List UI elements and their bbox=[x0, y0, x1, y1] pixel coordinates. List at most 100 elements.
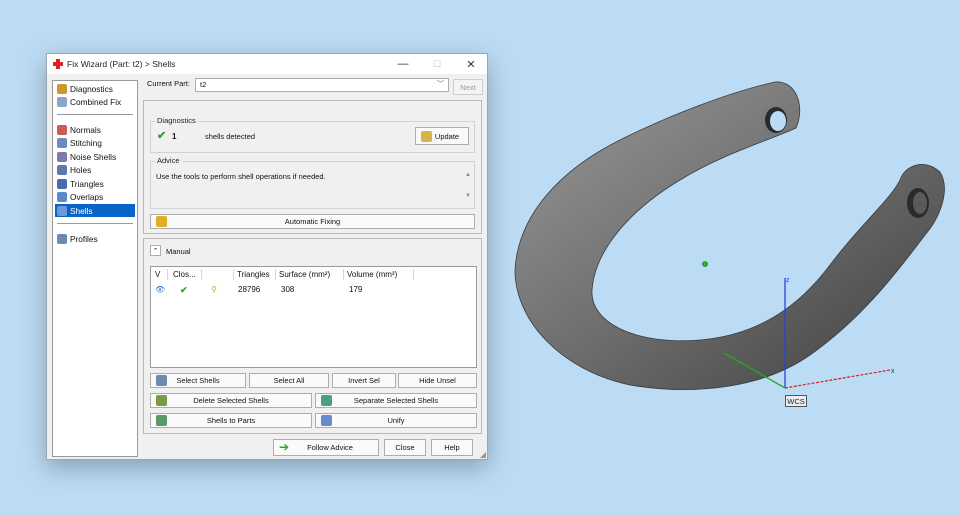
advice-group: Advice Use the tools to perform shell op… bbox=[150, 156, 475, 209]
sidebar-item-label: Diagnostics bbox=[70, 83, 113, 94]
sidebar: Diagnostics Combined Fix Normals Stitchi… bbox=[52, 80, 138, 457]
cell-surface: 308 bbox=[281, 285, 295, 294]
follow-advice-button[interactable]: ➔ Follow Advice bbox=[273, 439, 379, 456]
separate-selected-shells-button[interactable]: Separate Selected Shells bbox=[315, 393, 477, 408]
combined-fix-icon bbox=[57, 96, 67, 107]
magnifier-icon[interactable]: ⚲ bbox=[211, 285, 217, 294]
separate-shells-icon bbox=[321, 395, 332, 406]
sidebar-item-diagnostics[interactable]: Diagnostics bbox=[55, 82, 135, 95]
invert-sel-button[interactable]: Invert Sel bbox=[332, 373, 396, 388]
current-part-label: Current Part: bbox=[147, 79, 190, 88]
delete-selected-label: Delete Selected Shells bbox=[193, 396, 269, 405]
cell-volume: 179 bbox=[349, 285, 363, 294]
collapse-icon[interactable]: ⌃ bbox=[150, 245, 161, 256]
eye-icon[interactable]: 👁 bbox=[155, 285, 165, 294]
overlaps-icon bbox=[57, 191, 67, 202]
manual-label: Manual bbox=[166, 247, 191, 256]
help-button[interactable]: Help bbox=[431, 439, 473, 456]
diagnostics-group: Diagnostics ✔ 1 shells detected Update bbox=[150, 116, 475, 153]
noise-shells-icon bbox=[57, 151, 67, 162]
sidebar-item-label: Shells bbox=[70, 205, 93, 216]
sidebar-item-label: Noise Shells bbox=[70, 151, 117, 162]
scroll-down-icon[interactable]: ▼ bbox=[465, 193, 471, 199]
sidebar-item-noise-shells[interactable]: Noise Shells bbox=[55, 150, 135, 163]
shells-detected-text: shells detected bbox=[205, 132, 256, 141]
closed-check-icon: ✔ bbox=[180, 285, 188, 295]
table-row[interactable]: 👁 ✔ ⚲ 28796 308 179 bbox=[151, 267, 476, 297]
sidebar-item-label: Overlaps bbox=[70, 191, 104, 202]
current-part-value: t2 bbox=[200, 80, 207, 89]
separate-selected-label: Separate Selected Shells bbox=[353, 396, 439, 405]
select-shells-button[interactable]: Select Shells bbox=[150, 373, 246, 388]
shells-to-parts-label: Shells to Parts bbox=[206, 416, 256, 425]
diagnostics-group-title: Diagnostics bbox=[155, 116, 198, 125]
sidebar-item-shells[interactable]: Shells bbox=[55, 204, 135, 217]
arrow-right-icon: ➔ bbox=[279, 440, 290, 454]
magnifier-icon bbox=[57, 83, 67, 94]
current-part-select[interactable]: t2 ﹀ bbox=[195, 78, 449, 92]
checkmark-icon: ✔ bbox=[157, 130, 167, 142]
manual-panel: ⌃ Manual V Clos... Triangles Surface (mm… bbox=[143, 238, 482, 434]
shells-to-parts-icon bbox=[156, 415, 167, 426]
sidebar-item-stitching[interactable]: Stitching bbox=[55, 136, 135, 149]
x-axis-label: x bbox=[891, 368, 895, 375]
triangles-icon bbox=[57, 178, 67, 189]
update-label: Update bbox=[434, 131, 460, 141]
unify-button[interactable]: Unify bbox=[315, 413, 477, 428]
close-window-button[interactable]: ✕ bbox=[455, 54, 487, 74]
sidebar-item-holes[interactable]: Holes bbox=[55, 163, 135, 176]
horseshoe-model bbox=[514, 81, 945, 390]
sidebar-item-profiles[interactable]: Profiles bbox=[55, 232, 135, 245]
shell-count: 1 bbox=[172, 132, 177, 141]
sidebar-item-label: Stitching bbox=[70, 137, 102, 148]
pivot-point bbox=[702, 261, 708, 267]
select-shells-icon bbox=[156, 375, 167, 386]
window-title: Fix Wizard (Part: t2) > Shells bbox=[67, 59, 176, 69]
sidebar-item-label: Combined Fix bbox=[70, 96, 122, 107]
close-button[interactable]: Close bbox=[384, 439, 426, 456]
update-button[interactable]: Update bbox=[415, 127, 469, 145]
delete-shells-icon bbox=[156, 395, 167, 406]
z-axis-label: z bbox=[786, 277, 790, 284]
automatic-fixing-label: Automatic Fixing bbox=[284, 217, 341, 226]
hide-unsel-button[interactable]: Hide Unsel bbox=[398, 373, 477, 388]
delete-selected-shells-button[interactable]: Delete Selected Shells bbox=[150, 393, 312, 408]
cell-triangles: 28796 bbox=[238, 285, 261, 294]
shells-table: V Clos... Triangles Surface (mm²) Volume… bbox=[150, 266, 477, 368]
magnifier-icon bbox=[421, 131, 432, 142]
sidebar-item-normals[interactable]: Normals bbox=[55, 123, 135, 136]
select-shells-label: Select Shells bbox=[176, 376, 220, 385]
holes-icon bbox=[57, 164, 67, 175]
automatic-fixing-button[interactable]: Automatic Fixing bbox=[150, 214, 475, 229]
shells-to-parts-button[interactable]: Shells to Parts bbox=[150, 413, 312, 428]
profiles-icon bbox=[57, 233, 67, 244]
stitching-icon bbox=[57, 137, 67, 148]
fix-wizard-window: Fix Wizard (Part: t2) > Shells — ☐ ✕ Dia… bbox=[46, 53, 488, 460]
sidebar-item-label: Normals bbox=[70, 124, 101, 135]
app-cross-icon bbox=[53, 59, 63, 69]
sidebar-item-label: Triangles bbox=[70, 178, 104, 189]
sidebar-item-label: Profiles bbox=[70, 233, 98, 244]
sidebar-item-combined-fix[interactable]: Combined Fix bbox=[55, 95, 135, 108]
chevron-down-icon: ﹀ bbox=[437, 81, 444, 88]
select-all-button[interactable]: Select All bbox=[249, 373, 329, 388]
wizard-icon bbox=[156, 216, 167, 227]
unify-icon bbox=[321, 415, 332, 426]
sidebar-divider bbox=[57, 223, 133, 224]
normals-icon bbox=[57, 124, 67, 135]
sidebar-item-triangles[interactable]: Triangles bbox=[55, 177, 135, 190]
sidebar-item-overlaps[interactable]: Overlaps bbox=[55, 190, 135, 203]
scroll-up-icon[interactable]: ▲ bbox=[465, 172, 471, 178]
next-button[interactable]: Next bbox=[453, 79, 483, 95]
wcs-label: WCS bbox=[785, 395, 807, 407]
maximize-button[interactable]: ☐ bbox=[421, 54, 453, 74]
shells-icon bbox=[57, 205, 67, 216]
sidebar-item-label: Holes bbox=[70, 164, 92, 175]
resize-grip-icon[interactable]: ◢ bbox=[480, 450, 486, 459]
titlebar[interactable]: Fix Wizard (Part: t2) > Shells — ☐ ✕ bbox=[47, 54, 487, 74]
minimize-button[interactable]: — bbox=[387, 54, 419, 74]
advice-text: Use the tools to perform shell operation… bbox=[156, 172, 326, 181]
diagnostics-panel: Diagnostics ✔ 1 shells detected Update A… bbox=[143, 100, 482, 234]
advice-group-title: Advice bbox=[155, 156, 182, 165]
follow-advice-label: Follow Advice bbox=[307, 443, 353, 452]
